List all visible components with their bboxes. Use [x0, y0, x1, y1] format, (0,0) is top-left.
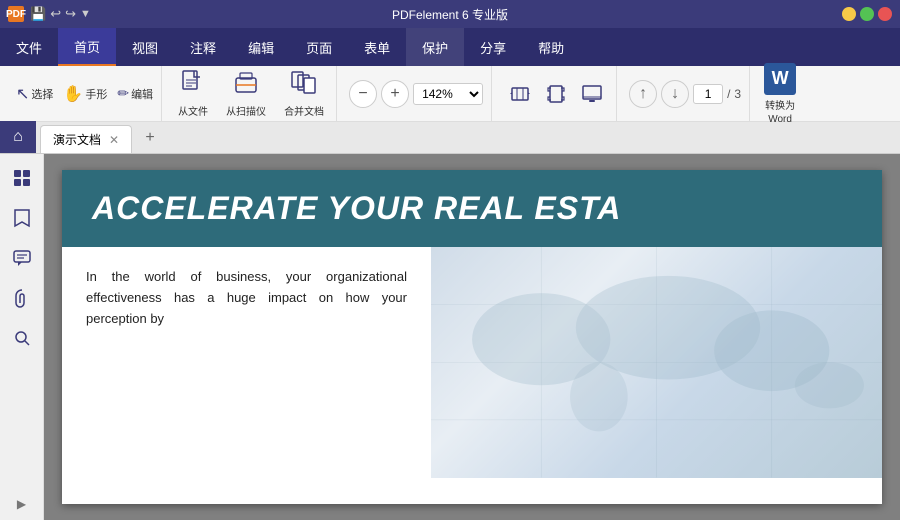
close-button[interactable]: [878, 7, 892, 21]
scanner-icon: [232, 70, 260, 101]
page-separator: /: [727, 87, 730, 101]
create-group: 从文件 从扫描仪 合并文档: [166, 66, 337, 121]
quick-access-dropdown[interactable]: ▼: [80, 8, 91, 20]
redo-icon[interactable]: ↪: [65, 6, 76, 22]
menu-home[interactable]: 首页: [58, 28, 116, 66]
hand-label: 手形: [85, 86, 107, 102]
word-export-button[interactable]: W 转换为 Word: [754, 59, 806, 129]
menu-edit[interactable]: 编辑: [232, 28, 290, 66]
pdf-banner: ACCELERATE YOUR REAL ESTA: [62, 170, 882, 247]
page-up-button[interactable]: ↑: [629, 80, 657, 108]
from-file-button[interactable]: 从文件: [170, 66, 216, 122]
sidebar-search-button[interactable]: [6, 322, 38, 354]
from-scanner-label: 从扫描仪: [226, 103, 266, 118]
app-title: PDFelement 6 专业版: [392, 6, 508, 23]
sidebar-bookmark-button[interactable]: [6, 202, 38, 234]
from-file-label: 从文件: [178, 103, 208, 118]
minimize-button[interactable]: [842, 7, 856, 21]
view-controls: [496, 66, 617, 121]
pdf-text-column: In the world of business, your organizat…: [62, 247, 431, 478]
zoom-controls: − + 142% 50% 75% 100% 125% 150%: [341, 66, 492, 121]
menu-form[interactable]: 表单: [348, 28, 406, 66]
undo-icon[interactable]: ↩: [50, 6, 61, 22]
menu-file[interactable]: 文件: [0, 28, 58, 66]
pdf-title: ACCELERATE YOUR REAL ESTA: [92, 190, 621, 227]
page-input[interactable]: [693, 84, 723, 104]
save-icon[interactable]: 💾: [30, 6, 46, 22]
edit-label: 编辑: [131, 86, 153, 102]
menu-view[interactable]: 视图: [116, 28, 174, 66]
fit-page-button[interactable]: [540, 78, 572, 110]
quick-access-toolbar: 💾 ↩ ↪ ▼: [30, 6, 91, 22]
fit-width-button[interactable]: [504, 78, 536, 110]
page-navigation: ↑ ↓ / 3: [621, 66, 750, 121]
select-icon: ↖: [16, 84, 29, 104]
window-controls: [842, 7, 892, 21]
maximize-button[interactable]: [860, 7, 874, 21]
tab-bar: ⌂ 演示文档 ✕ +: [0, 122, 900, 154]
merge-label: 合并文档: [284, 103, 324, 118]
new-tab-button[interactable]: +: [138, 126, 162, 150]
home-icon: ⌂: [13, 128, 23, 146]
pdf-content-area: ACCELERATE YOUR REAL ESTA In the world o…: [44, 154, 900, 520]
menu-help[interactable]: 帮助: [522, 28, 580, 66]
main-area: ▶ ACCELERATE YOUR REAL ESTA In the world…: [0, 154, 900, 520]
select-tool[interactable]: ↖ 选择: [12, 82, 57, 106]
left-sidebar: ▶: [0, 154, 44, 520]
merge-icon: [290, 70, 318, 101]
menu-share[interactable]: 分享: [464, 28, 522, 66]
title-bar-left: PDF 💾 ↩ ↪ ▼: [8, 6, 91, 22]
pdf-page: ACCELERATE YOUR REAL ESTA In the world o…: [62, 170, 882, 504]
home-tab-button[interactable]: ⌂: [0, 121, 36, 153]
convert-to-label: 转换为: [765, 97, 795, 112]
menu-protect[interactable]: 保护: [406, 28, 464, 66]
tab-label: 演示文档: [53, 131, 101, 148]
menu-page[interactable]: 页面: [290, 28, 348, 66]
word-icon: W: [764, 63, 796, 95]
pdf-image-column: [431, 247, 882, 478]
pdf-body-text: In the world of business, your organizat…: [86, 267, 407, 329]
toolbar: ↖ 选择 ✋ 手形 ✏ 编辑 从文件: [0, 66, 900, 122]
tool-selection-group: ↖ 选择 ✋ 手形 ✏ 编辑: [8, 66, 162, 121]
sidebar-attachment-button[interactable]: [6, 282, 38, 314]
edit-tool[interactable]: ✏ 编辑: [113, 83, 157, 104]
from-scanner-button[interactable]: 从扫描仪: [218, 66, 274, 122]
tab-document[interactable]: 演示文档 ✕: [40, 125, 132, 153]
hand-icon: ✋: [63, 84, 83, 104]
zoom-in-button[interactable]: +: [381, 80, 409, 108]
zoom-select[interactable]: 142% 50% 75% 100% 125% 150%: [413, 83, 483, 105]
app-icon: PDF: [8, 6, 24, 22]
select-label: 选择: [31, 86, 53, 102]
sidebar-expand-button[interactable]: ▶: [14, 496, 30, 512]
page-down-button[interactable]: ↓: [661, 80, 689, 108]
sidebar-thumbnail-button[interactable]: [6, 162, 38, 194]
sidebar-comment-button[interactable]: [6, 242, 38, 274]
hand-tool[interactable]: ✋ 手形: [59, 82, 111, 106]
menu-comment[interactable]: 注释: [174, 28, 232, 66]
page-total: 3: [734, 87, 741, 101]
zoom-out-button[interactable]: −: [349, 80, 377, 108]
fullscreen-button[interactable]: [576, 78, 608, 110]
edit-icon: ✏: [117, 85, 129, 102]
from-file-icon: [181, 70, 205, 101]
tab-close-button[interactable]: ✕: [109, 133, 119, 147]
title-bar: PDF 💾 ↩ ↪ ▼ PDFelement 6 专业版: [0, 0, 900, 28]
pdf-body: In the world of business, your organizat…: [62, 247, 882, 478]
merge-button[interactable]: 合并文档: [276, 66, 332, 122]
